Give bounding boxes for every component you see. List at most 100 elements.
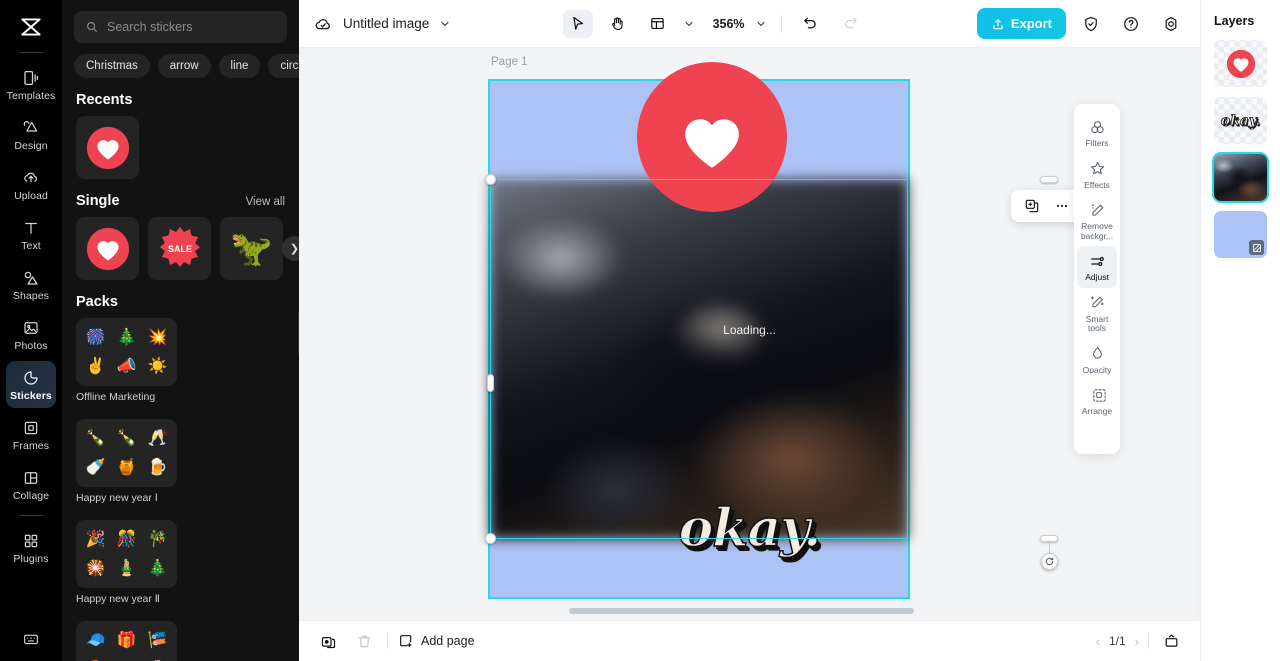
pack-emoji: 💥 — [147, 328, 168, 346]
heart-sticker-on-canvas[interactable] — [637, 62, 787, 212]
help-button[interactable] — [1116, 10, 1146, 38]
notes-button[interactable] — [1158, 628, 1184, 654]
page-counter: 1/1 — [1108, 634, 1126, 648]
layer-background[interactable] — [1214, 211, 1267, 258]
redo-icon — [842, 15, 859, 32]
duplicate-page-button[interactable] — [315, 628, 341, 654]
arrange-icon — [1088, 386, 1106, 404]
layer-heart[interactable] — [1214, 40, 1267, 87]
pack-emoji: 🎊 — [116, 530, 137, 548]
smart-tools-icon — [1088, 294, 1106, 312]
document-title[interactable]: Untitled image — [343, 16, 429, 31]
duplicate-button[interactable] — [1019, 194, 1045, 218]
adjust-icon — [1088, 252, 1106, 270]
selection-handle-top-left[interactable] — [485, 174, 496, 185]
layer-photo[interactable] — [1212, 152, 1269, 203]
sidebar-label: Collage — [12, 490, 50, 502]
tool-filters[interactable]: Filters — [1077, 112, 1117, 154]
layout-dropdown-caret-icon[interactable] — [683, 18, 695, 30]
pack-emoji: 🍯 — [116, 458, 137, 476]
pack-emoji: 🍾 — [116, 429, 137, 447]
pack-item[interactable]: 🎉 🎊 🎋 🎇 🎍 🎄 Happy new year Ⅱ — [76, 520, 177, 612]
pack-item[interactable]: 🧢 🎁 🎏 🎈 💼 🌸 Happy new year Ⅲ — [76, 621, 177, 661]
single-next-arrow[interactable]: ❯ — [282, 236, 299, 261]
tool-smart-tools[interactable]: Smart tools — [1077, 288, 1117, 339]
zoom-level[interactable]: 356% — [713, 17, 745, 31]
title-dropdown-caret-icon[interactable] — [439, 18, 451, 30]
add-page-button[interactable]: Add page — [398, 633, 475, 649]
rotate-handle[interactable] — [1041, 553, 1058, 570]
pack-item[interactable]: 🍾 🍾 🥂 🍼 🍯 🍺 Happy new year Ⅰ — [76, 419, 177, 511]
tag-chip-circle[interactable]: circle — [268, 54, 299, 78]
canvas[interactable]: Page 1 Loading... okay. Filters Effects … — [299, 48, 1200, 620]
tool-effects[interactable]: Effects — [1077, 154, 1117, 196]
sticker-reindeer[interactable]: 🦖 — [220, 217, 283, 280]
okay-text-on-canvas[interactable]: okay. — [299, 497, 1200, 560]
pack-emoji: 🎋 — [147, 530, 168, 548]
pack-name: Offline Marketing — [76, 391, 156, 403]
selection-handle-top-center[interactable] — [1040, 176, 1058, 183]
capcut-logo-icon[interactable] — [14, 10, 48, 44]
sidebar-item-plugins[interactable]: Plugins — [6, 524, 56, 571]
stickers-panel: Search stickers Christmas arrow line cir… — [62, 0, 299, 661]
packs-grid: 🎆 🎄 💥 ✌️ 📣 ☀️ Offline Marketing 🍾 🍾 🥂 🍼 … — [62, 318, 299, 661]
layout-tool-button[interactable] — [643, 10, 673, 38]
undo-button[interactable] — [796, 10, 826, 38]
delete-page-button[interactable] — [351, 628, 377, 654]
tool-remove-background[interactable]: Remove backgr... — [1077, 195, 1117, 246]
select-tool-button[interactable] — [562, 9, 593, 38]
more-horizontal-icon — [1054, 198, 1070, 214]
trash-icon — [356, 633, 373, 650]
sidebar-label: Design — [14, 140, 48, 152]
previous-page-button[interactable]: ‹ — [1096, 634, 1100, 649]
svg-text:SALE: SALE — [167, 244, 191, 254]
pack-item[interactable]: 🎆 🎄 💥 ✌️ 📣 ☀️ Offline Marketing — [76, 318, 177, 410]
selection-handle-left-middle[interactable] — [487, 374, 494, 392]
sidebar-item-frames[interactable]: Frames — [6, 411, 56, 458]
settings-button[interactable] — [1156, 10, 1186, 38]
tool-adjust[interactable]: Adjust — [1077, 246, 1117, 288]
sidebar-item-text[interactable]: Text — [6, 211, 56, 258]
sidebar-item-collage[interactable]: Collage — [6, 461, 56, 508]
canvas-horizontal-scrollbar[interactable] — [569, 608, 914, 614]
pack-emoji: 🎆 — [85, 328, 106, 346]
sticker-heart[interactable] — [76, 217, 139, 280]
more-options-button[interactable] — [1049, 194, 1075, 218]
tool-label: Adjust — [1085, 272, 1109, 282]
add-page-icon — [398, 633, 414, 649]
security-button[interactable] — [1076, 10, 1106, 38]
tool-label: Arrange — [1081, 406, 1113, 416]
help-icon — [1122, 15, 1140, 33]
search-input[interactable]: Search stickers — [74, 11, 287, 43]
sticker-heart[interactable] — [76, 116, 139, 179]
sidebar-item-upload[interactable]: Upload — [6, 161, 56, 208]
rotate-stem — [1049, 540, 1050, 554]
sidebar-item-templates[interactable]: Templates — [6, 61, 56, 108]
keyboard-shortcuts-button[interactable] — [21, 629, 41, 649]
export-button[interactable]: Export — [976, 8, 1067, 39]
tag-chip-christmas[interactable]: Christmas — [74, 54, 150, 78]
panel-collapse-handle[interactable]: ❮ — [298, 312, 299, 354]
tag-chip-line[interactable]: line — [218, 54, 261, 78]
left-nav-rail: Templates Design Upload Text Shapes Phot… — [0, 0, 62, 661]
sidebar-item-photos[interactable]: Photos — [6, 311, 56, 358]
loading-text: Loading... — [723, 323, 776, 337]
next-page-button[interactable]: › — [1135, 634, 1139, 649]
templates-icon — [21, 68, 41, 88]
redo-button[interactable] — [836, 10, 866, 38]
sticker-sale-badge[interactable]: SALE — [148, 217, 211, 280]
tool-arrange[interactable]: Arrange — [1077, 380, 1117, 422]
sidebar-item-shapes[interactable]: Shapes — [6, 261, 56, 308]
hand-tool-button[interactable] — [603, 10, 633, 38]
layer-okay-text[interactable]: okay. — [1214, 97, 1267, 144]
remove-background-icon — [1088, 201, 1106, 219]
tag-chip-arrow[interactable]: arrow — [157, 54, 211, 78]
view-all-link[interactable]: View all — [246, 196, 285, 208]
sidebar-item-design[interactable]: Design — [6, 111, 56, 158]
sidebar-item-stickers[interactable]: Stickers — [6, 361, 56, 408]
selection-handle-bottom-left[interactable] — [485, 533, 496, 544]
tool-opacity[interactable]: Opacity — [1077, 339, 1117, 381]
zoom-dropdown-caret-icon[interactable] — [755, 18, 767, 30]
photo-layer-image[interactable] — [490, 179, 908, 539]
search-placeholder: Search stickers — [107, 20, 193, 34]
